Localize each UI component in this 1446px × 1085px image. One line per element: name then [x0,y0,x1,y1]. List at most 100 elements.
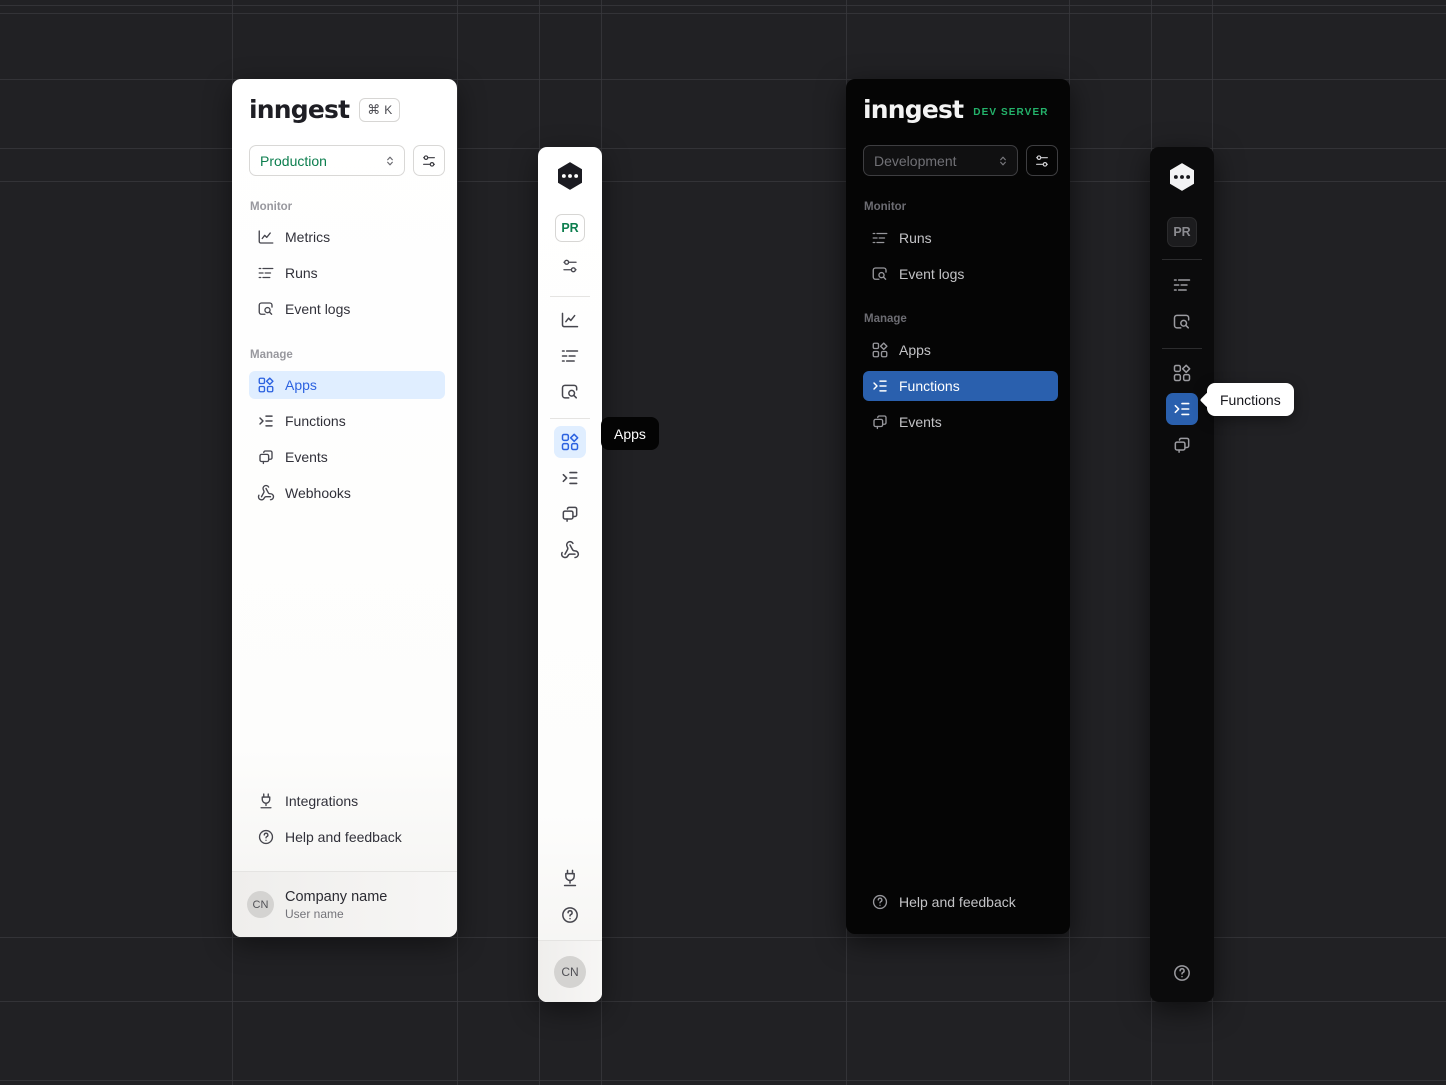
rail-item-help[interactable] [554,899,586,931]
chevrons-up-down-icon [383,154,397,168]
account-section[interactable]: CN [538,941,602,1002]
sidebar-item-event-logs[interactable]: Event logs [249,295,445,323]
item-label: Event logs [285,301,350,317]
chevrons-up-down-icon [996,154,1010,168]
environment-select[interactable]: Development [863,145,1018,176]
item-label: Runs [285,265,318,281]
sidebar-item-integrations[interactable]: Integrations [249,787,445,815]
env-filter-button[interactable] [554,250,586,282]
event-logs-icon [560,382,580,402]
rail-item-functions[interactable] [1166,393,1198,425]
sidebar-item-runs[interactable]: Runs [863,223,1058,253]
events-icon [560,504,580,524]
sidebar-item-apps[interactable]: Apps [863,335,1058,365]
rail-item-runs[interactable] [1166,269,1198,301]
runs-icon [257,264,275,282]
environment-badge[interactable]: PR [555,214,585,242]
rail-item-help[interactable] [1166,957,1198,989]
tooltip-label: Functions [1220,392,1281,408]
rail-item-apps[interactable] [1166,357,1198,389]
environment-value: Production [260,153,327,169]
account-section[interactable]: CN Company name User name [232,872,457,937]
env-filter-button[interactable] [1026,145,1058,176]
sidebar-item-functions[interactable]: Functions [249,407,445,435]
sliders-icon [421,153,437,169]
sidebar-item-help[interactable]: Help and feedback [863,887,1058,917]
events-icon [871,413,889,431]
item-label: Apps [285,377,317,393]
event-logs-icon [1172,312,1192,332]
help-icon [560,905,580,925]
environment-badge[interactable]: PR [1167,217,1197,247]
sidebar-light-collapsed: PR CN [538,147,602,1002]
rail-item-events[interactable] [1166,429,1198,461]
apps-icon [871,341,889,359]
env-filter-button[interactable] [413,145,445,176]
item-label: Help and feedback [899,894,1016,910]
sidebar-dark-collapsed: PR [1150,147,1214,1002]
environment-value: Development [874,153,957,169]
section-label-manage: Manage [249,349,445,371]
rail-item-webhooks[interactable] [554,534,586,566]
section-label-manage: Manage [863,313,1058,335]
rail-item-integrations[interactable] [554,862,586,894]
event-logs-icon [871,265,889,283]
item-label: Help and feedback [285,829,402,845]
dev-server-badge: DEV SERVER [973,107,1048,118]
help-icon [871,893,889,911]
item-label: Functions [899,378,960,394]
rail-divider [1162,259,1202,260]
item-label: Metrics [285,229,330,245]
rail-item-functions[interactable] [554,462,586,494]
avatar: CN [554,956,586,988]
sidebar-item-functions[interactable]: Functions [863,371,1058,401]
sidebar-item-metrics[interactable]: Metrics [249,223,445,251]
sidebar-item-webhooks[interactable]: Webhooks [249,479,445,507]
rail-item-event-logs[interactable] [1166,306,1198,338]
runs-icon [871,229,889,247]
sidebar-item-event-logs[interactable]: Event logs [863,259,1058,289]
section-label-monitor: Monitor [863,201,1058,223]
item-label: Functions [285,413,346,429]
rail-item-metrics[interactable] [554,304,586,336]
item-label: Event logs [899,266,964,282]
inngest-hexagon-logo[interactable] [1166,161,1198,193]
rail-item-events[interactable] [554,498,586,530]
event-logs-icon [257,300,275,318]
sidebar-item-events[interactable]: Events [863,407,1058,437]
inngest-logo: inngest [863,97,963,123]
events-icon [1172,435,1192,455]
tooltip-apps: Apps [601,417,659,450]
command-k-shortcut: ⌘K [359,98,400,122]
rail-item-apps[interactable] [554,426,586,458]
rail-item-runs[interactable] [554,340,586,372]
integrations-plug-icon [257,792,275,810]
sliders-icon [1034,153,1050,169]
help-icon [257,828,275,846]
sidebar-item-events[interactable]: Events [249,443,445,471]
environment-select[interactable]: Production [249,145,405,176]
sidebar-light-expanded: inngest ⌘K Production Monitor Metrics Ru… [232,79,457,937]
sliders-icon [561,257,579,275]
company-name: Company name [285,889,387,905]
rail-divider [550,296,590,297]
tooltip-functions: Functions [1207,383,1294,416]
functions-icon [257,412,275,430]
sidebar-item-apps[interactable]: Apps [249,371,445,399]
section-label-monitor: Monitor [249,201,445,223]
rail-divider [1162,348,1202,349]
rail-divider [550,418,590,419]
item-label: Events [899,414,942,430]
command-icon: ⌘ [367,102,380,118]
inngest-hexagon-logo[interactable] [554,160,586,192]
sidebar-item-runs[interactable]: Runs [249,259,445,287]
shortcut-key: K [384,103,392,117]
webhook-icon [560,540,580,560]
apps-icon [1172,363,1192,383]
item-label: Events [285,449,328,465]
user-name: User name [285,907,387,921]
avatar: CN [247,891,274,918]
rail-item-event-logs[interactable] [554,376,586,408]
webhook-icon [257,484,275,502]
sidebar-item-help[interactable]: Help and feedback [249,823,445,851]
